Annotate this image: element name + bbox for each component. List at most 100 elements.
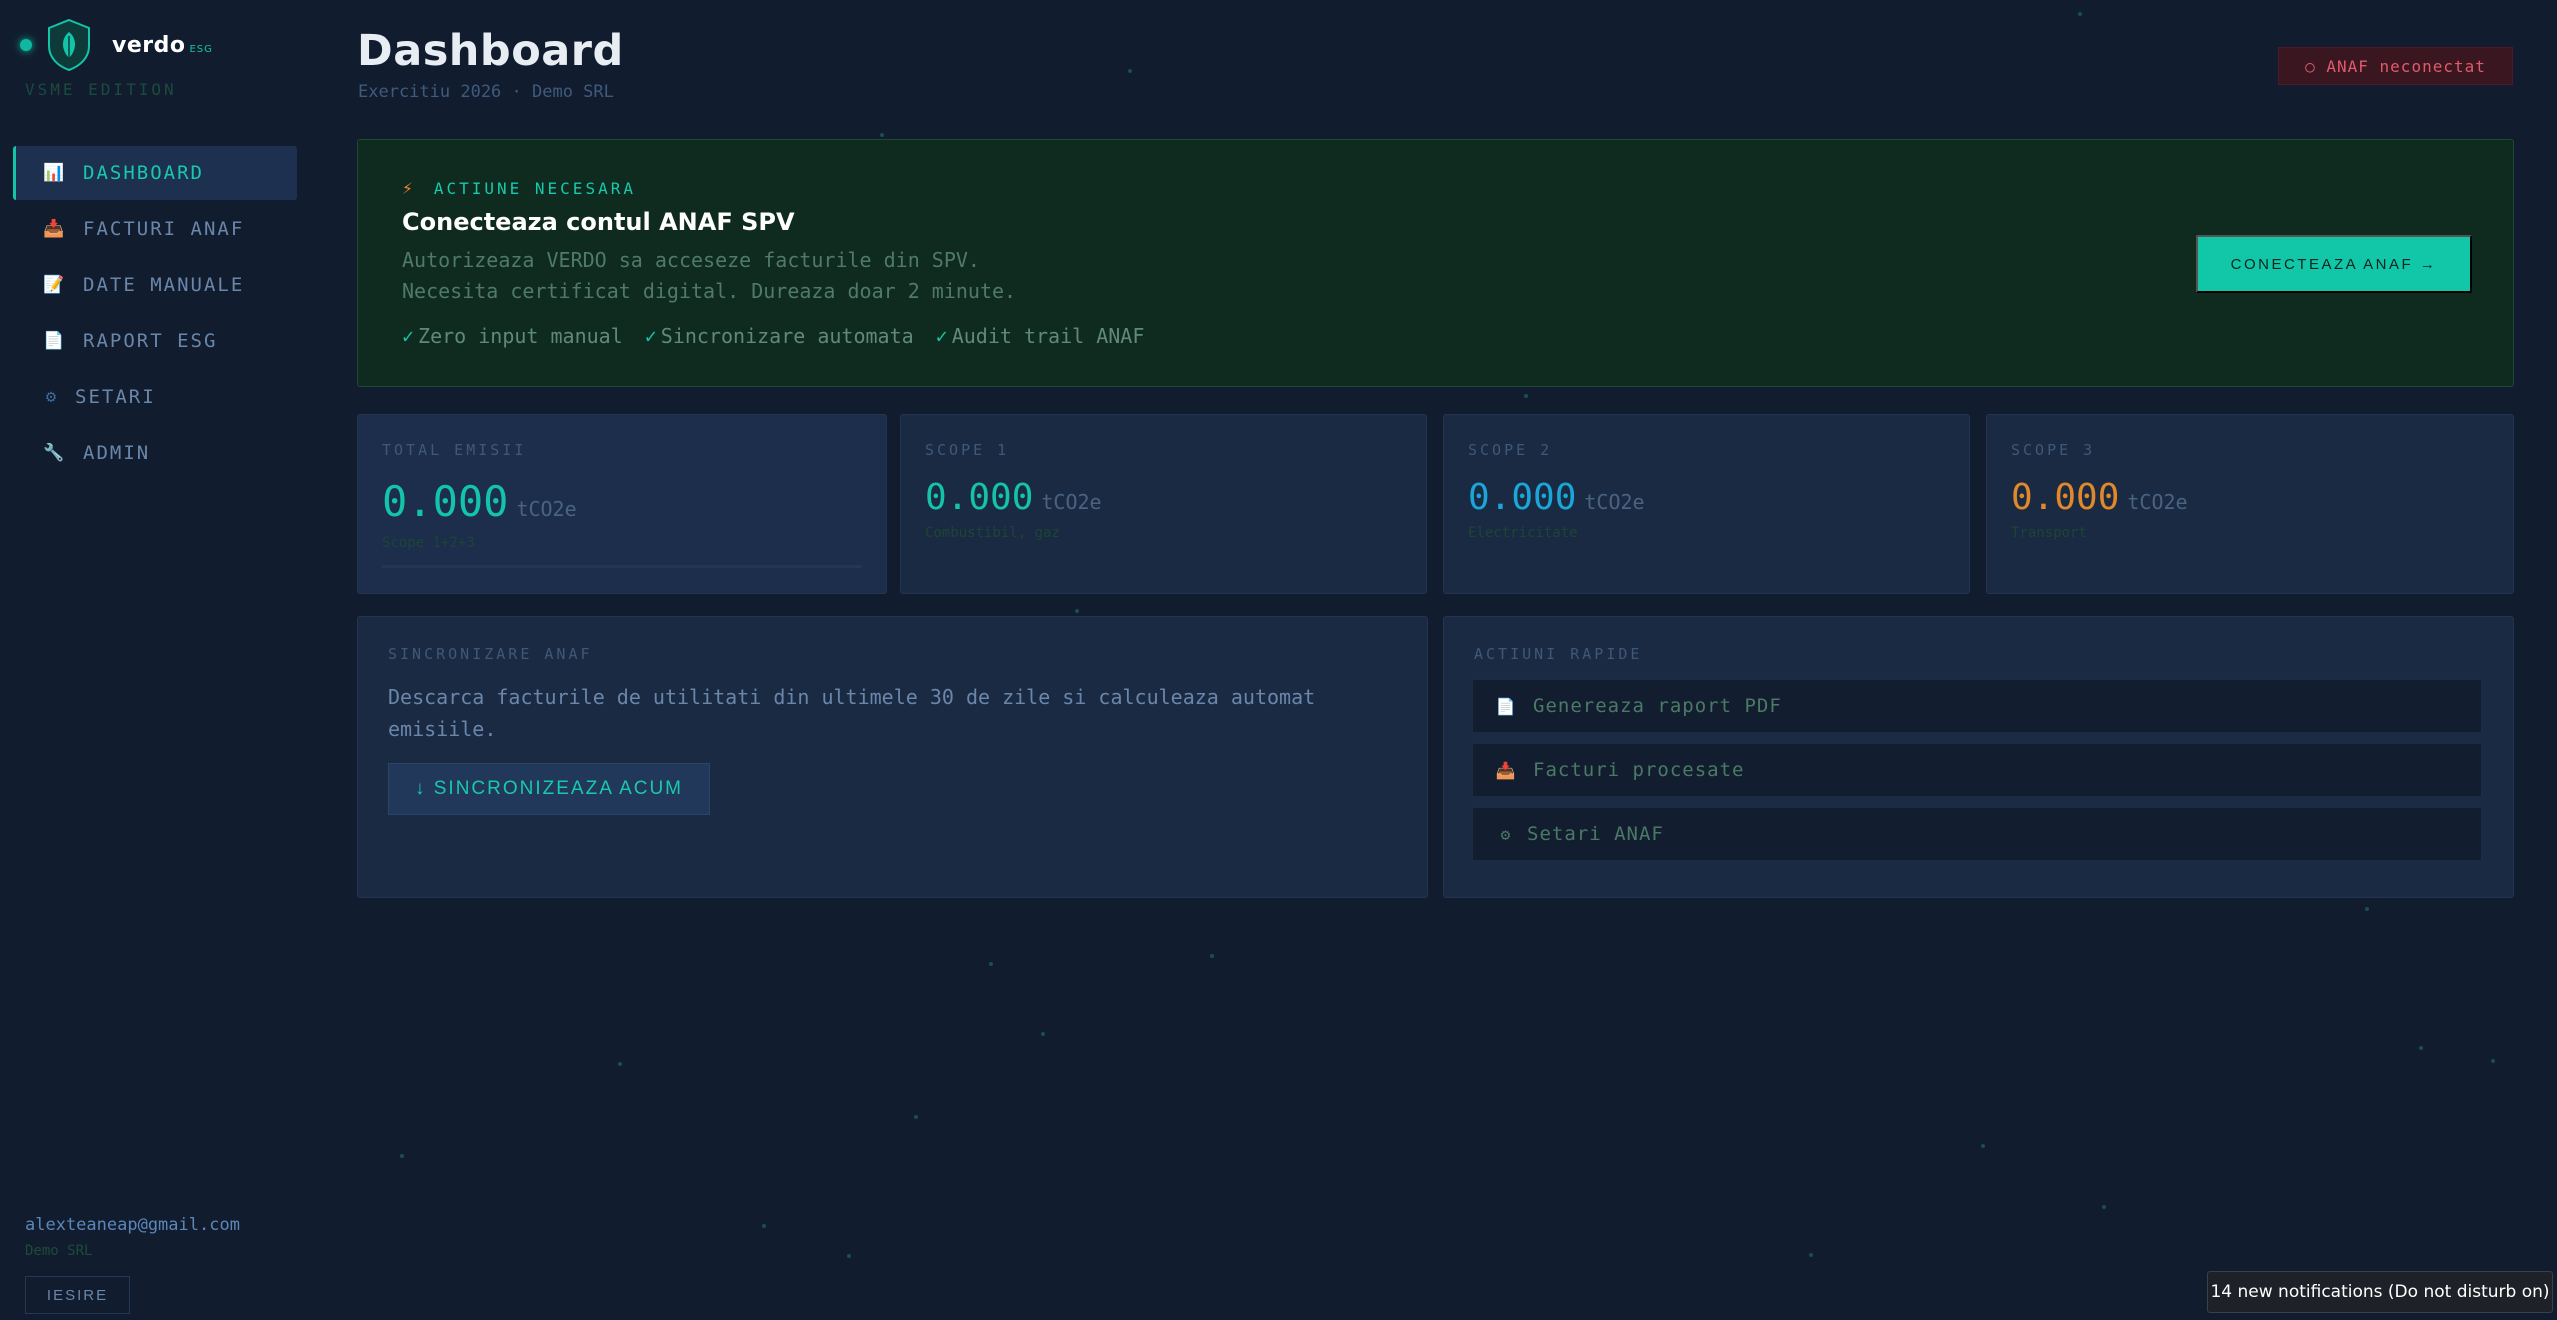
stat-sublabel: Combustibil, gaz xyxy=(925,525,1060,541)
gear-icon: ⚙ xyxy=(1500,824,1512,844)
check-icon: ✓ xyxy=(644,324,657,348)
lightning-icon: ⚡ xyxy=(402,178,416,199)
stat-value-row: 0.000 tCO2e xyxy=(925,477,1102,518)
stat-sublabel: Scope 1+2+3 xyxy=(382,535,475,551)
user-organization: Demo SRL xyxy=(25,1243,93,1259)
bar-chart-icon: 📊 xyxy=(43,163,67,183)
anaf-connect-banner: ⚡ ACTIUNE NECESARA Conecteaza contul ANA… xyxy=(357,139,2514,387)
background-star xyxy=(2102,1205,2106,1209)
feature-item: ✓ Sincronizare automata xyxy=(644,324,914,348)
background-star xyxy=(1041,1032,1045,1036)
sidebar-item-facturi-anaf[interactable]: 📥 FACTURI ANAF xyxy=(13,202,297,256)
stat-label: SCOPE 3 xyxy=(2011,441,2096,459)
gear-icon: ⚙ xyxy=(45,387,59,407)
stat-value-row: 0.000 tCO2e xyxy=(1468,477,1645,518)
stat-card-total-emissions: TOTAL EMISII 0.000 tCO2e Scope 1+2+3 xyxy=(357,414,887,594)
stat-unit: tCO2e xyxy=(1584,490,1645,514)
shield-leaf-icon xyxy=(48,18,90,72)
anaf-sync-panel: SINCRONIZARE ANAF Descarca facturile de … xyxy=(357,616,1428,898)
quick-action-label: Genereaza raport PDF xyxy=(1533,695,1782,717)
stat-sublabel: Electricitate xyxy=(1468,525,1578,541)
stat-progress-bar xyxy=(382,565,862,568)
background-star xyxy=(1128,69,1132,73)
background-star xyxy=(1075,609,1079,613)
background-star xyxy=(1210,954,1214,958)
stat-unit: tCO2e xyxy=(516,497,577,521)
status-dot-icon xyxy=(20,39,32,51)
sidebar-item-dashboard[interactable]: 📊 DASHBOARD xyxy=(13,146,297,200)
page-title: Dashboard xyxy=(357,26,624,76)
banner-kicker: ⚡ ACTIUNE NECESARA xyxy=(402,178,636,199)
background-star xyxy=(1809,1253,1813,1257)
document-icon: 📄 xyxy=(43,331,67,351)
sidebar-item-label: DATE MANUALE xyxy=(83,274,245,296)
brand-logo[interactable]: verdo ESG xyxy=(20,18,213,72)
document-icon: 📄 xyxy=(1495,696,1517,716)
sidebar-item-date-manuale[interactable]: 📝 DATE MANUALE xyxy=(13,258,297,312)
check-icon: ✓ xyxy=(935,324,948,348)
quick-actions-list: 📄 Genereaza raport PDF 📥 Facturi procesa… xyxy=(1472,679,2482,871)
background-star xyxy=(400,1154,404,1158)
sidebar-item-raport-esg[interactable]: 📄 RAPORT ESG xyxy=(13,314,297,368)
background-star xyxy=(989,962,993,966)
stat-label: SCOPE 1 xyxy=(925,441,1010,459)
sync-description: Descarca facturile de utilitati din ulti… xyxy=(388,685,1316,741)
sidebar-item-setari[interactable]: ⚙ SETARI xyxy=(13,370,297,424)
stat-value: 0.000 xyxy=(925,477,1034,518)
background-star xyxy=(847,1254,851,1258)
sidebar-item-label: DASHBOARD xyxy=(83,162,204,184)
background-star xyxy=(880,133,884,137)
sync-now-button[interactable]: ↓ SINCRONIZEAZA ACUM xyxy=(388,763,710,815)
stat-sublabel: Transport xyxy=(2011,525,2087,541)
stat-card-scope-2: SCOPE 2 0.000 tCO2e Electricitate xyxy=(1443,414,1970,594)
quick-action-generate-pdf[interactable]: 📄 Genereaza raport PDF xyxy=(1472,679,2482,733)
stat-card-scope-1: SCOPE 1 0.000 tCO2e Combustibil, gaz xyxy=(900,414,1427,594)
notification-toast[interactable]: 14 new notifications (Do not disturb on) xyxy=(2207,1271,2553,1313)
banner-kicker-label: ACTIUNE NECESARA xyxy=(433,179,636,198)
user-email: alexteaneap@gmail.com xyxy=(25,1215,240,1235)
brand-name: verdo ESG xyxy=(112,32,213,58)
logout-button[interactable]: IESIRE xyxy=(25,1276,130,1314)
background-star xyxy=(2078,12,2082,16)
background-star xyxy=(2419,1046,2423,1050)
background-star xyxy=(2365,907,2369,911)
quick-action-anaf-settings[interactable]: ⚙ Setari ANAF xyxy=(1472,807,2482,861)
banner-feature-list: ✓ Zero input manual ✓ Sincronizare automat… xyxy=(402,324,1166,348)
quick-action-label: Facturi procesate xyxy=(1533,759,1745,781)
stat-label: TOTAL EMISII xyxy=(382,441,527,459)
stat-value: 0.000 xyxy=(382,477,509,526)
banner-title: Conecteaza contul ANAF SPV xyxy=(402,208,795,236)
banner-description-line-2: Necesita certificat digital. Dureaza doa… xyxy=(402,279,1017,303)
background-star xyxy=(1981,1144,1985,1148)
inbox-tray-icon: 📥 xyxy=(1495,760,1517,780)
anaf-status-badge[interactable]: ○ ANAF neconectat xyxy=(2278,47,2513,85)
stat-unit: tCO2e xyxy=(1041,490,1102,514)
background-star xyxy=(762,1224,766,1228)
sidebar-nav: 📊 DASHBOARD 📥 FACTURI ANAF 📝 DATE MANUAL… xyxy=(13,146,297,482)
background-star xyxy=(2491,1059,2495,1063)
quick-action-processed-invoices[interactable]: 📥 Facturi procesate xyxy=(1472,743,2482,797)
check-icon: ✓ xyxy=(402,324,415,348)
stat-card-scope-3: SCOPE 3 0.000 tCO2e Transport xyxy=(1986,414,2514,594)
stat-value: 0.000 xyxy=(2011,477,2120,518)
sidebar-item-admin[interactable]: 🔧 ADMIN xyxy=(13,426,297,480)
quick-actions-panel: ACTIUNI RAPIDE 📄 Genereaza raport PDF 📥 … xyxy=(1443,616,2514,898)
panel-label: SINCRONIZARE ANAF xyxy=(388,645,593,663)
stat-unit: tCO2e xyxy=(2127,490,2188,514)
memo-icon: 📝 xyxy=(43,275,67,295)
sidebar-item-label: FACTURI ANAF xyxy=(83,218,245,240)
background-star xyxy=(618,1062,622,1066)
stat-value-row: 0.000 tCO2e xyxy=(382,477,577,526)
quick-action-label: Setari ANAF xyxy=(1527,823,1664,845)
sidebar-item-label: SETARI xyxy=(75,386,156,408)
connect-anaf-button[interactable]: CONECTEAZA ANAF → xyxy=(2196,235,2472,293)
wrench-icon: 🔧 xyxy=(43,443,67,463)
inbox-tray-icon: 📥 xyxy=(43,219,67,239)
page-subtitle: Exercitiu 2026 · Demo SRL xyxy=(358,82,614,102)
sidebar: verdo ESG VSME EDITION 📊 DASHBOARD 📥 FACT… xyxy=(0,0,310,1320)
background-star xyxy=(914,1115,918,1119)
panel-label: ACTIUNI RAPIDE xyxy=(1474,645,1643,663)
sidebar-item-label: RAPORT ESG xyxy=(83,330,218,352)
feature-item: ✓ Zero input manual xyxy=(402,324,623,348)
edition-label: VSME EDITION xyxy=(25,80,177,99)
